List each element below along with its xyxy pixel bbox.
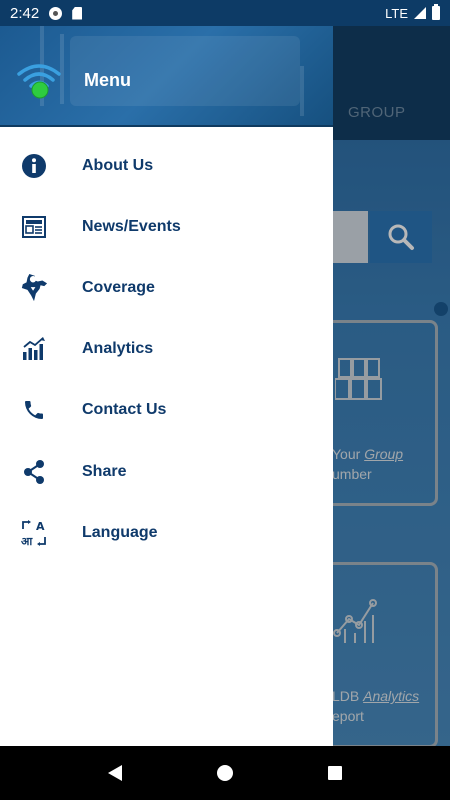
system-navigation-bar	[0, 746, 450, 800]
home-icon	[217, 765, 233, 781]
menu-item-about-us[interactable]: About Us	[0, 135, 333, 196]
svg-text:आ: आ	[21, 535, 33, 547]
menu-item-coverage[interactable]: Coverage	[0, 257, 333, 318]
status-time: 2:42	[10, 4, 40, 22]
menu-item-label: Coverage	[82, 278, 155, 296]
wifi-logo-icon	[17, 64, 61, 99]
menu-item-analytics[interactable]: Analytics	[0, 319, 333, 380]
battery-icon	[432, 4, 440, 20]
home-button[interactable]	[205, 753, 245, 793]
svg-text:A: A	[36, 520, 45, 533]
network-type: LTE	[385, 5, 408, 21]
recents-button[interactable]	[315, 753, 355, 793]
share-icon	[20, 458, 48, 486]
menu-item-label: Share	[82, 462, 127, 480]
drawer-menu: About Us News/Events Coverage Analytics …	[0, 135, 333, 563]
menu-item-share[interactable]: Share	[0, 441, 333, 502]
bar-chart-icon	[20, 335, 48, 363]
back-button[interactable]	[95, 753, 135, 793]
navigation-drawer: Menu About Us News/Events Coverage Analy…	[0, 26, 333, 746]
menu-item-label: Analytics	[82, 340, 154, 358]
sd-card-icon	[72, 6, 83, 20]
signal-icon	[414, 7, 426, 19]
menu-item-label: Language	[82, 523, 158, 541]
menu-item-label: About Us	[82, 156, 154, 174]
gear-icon	[49, 6, 63, 20]
drawer-title: Menu	[84, 70, 131, 90]
phone-icon	[20, 396, 48, 424]
status-bar: 2:42 LTE	[0, 0, 450, 26]
menu-item-label: Contact Us	[82, 401, 167, 419]
recents-icon	[328, 766, 342, 780]
menu-item-news-events[interactable]: News/Events	[0, 196, 333, 257]
menu-item-label: News/Events	[82, 217, 181, 235]
header-decoration	[300, 66, 304, 116]
menu-item-language[interactable]: Aआ Language	[0, 502, 333, 563]
drawer-header: Menu	[0, 26, 333, 127]
back-icon	[108, 765, 122, 781]
menu-item-contact-us[interactable]: Contact Us	[0, 380, 333, 441]
info-icon	[20, 152, 48, 180]
translate-icon: Aआ	[20, 519, 48, 547]
newspaper-icon	[20, 213, 48, 241]
india-map-icon	[20, 273, 48, 302]
